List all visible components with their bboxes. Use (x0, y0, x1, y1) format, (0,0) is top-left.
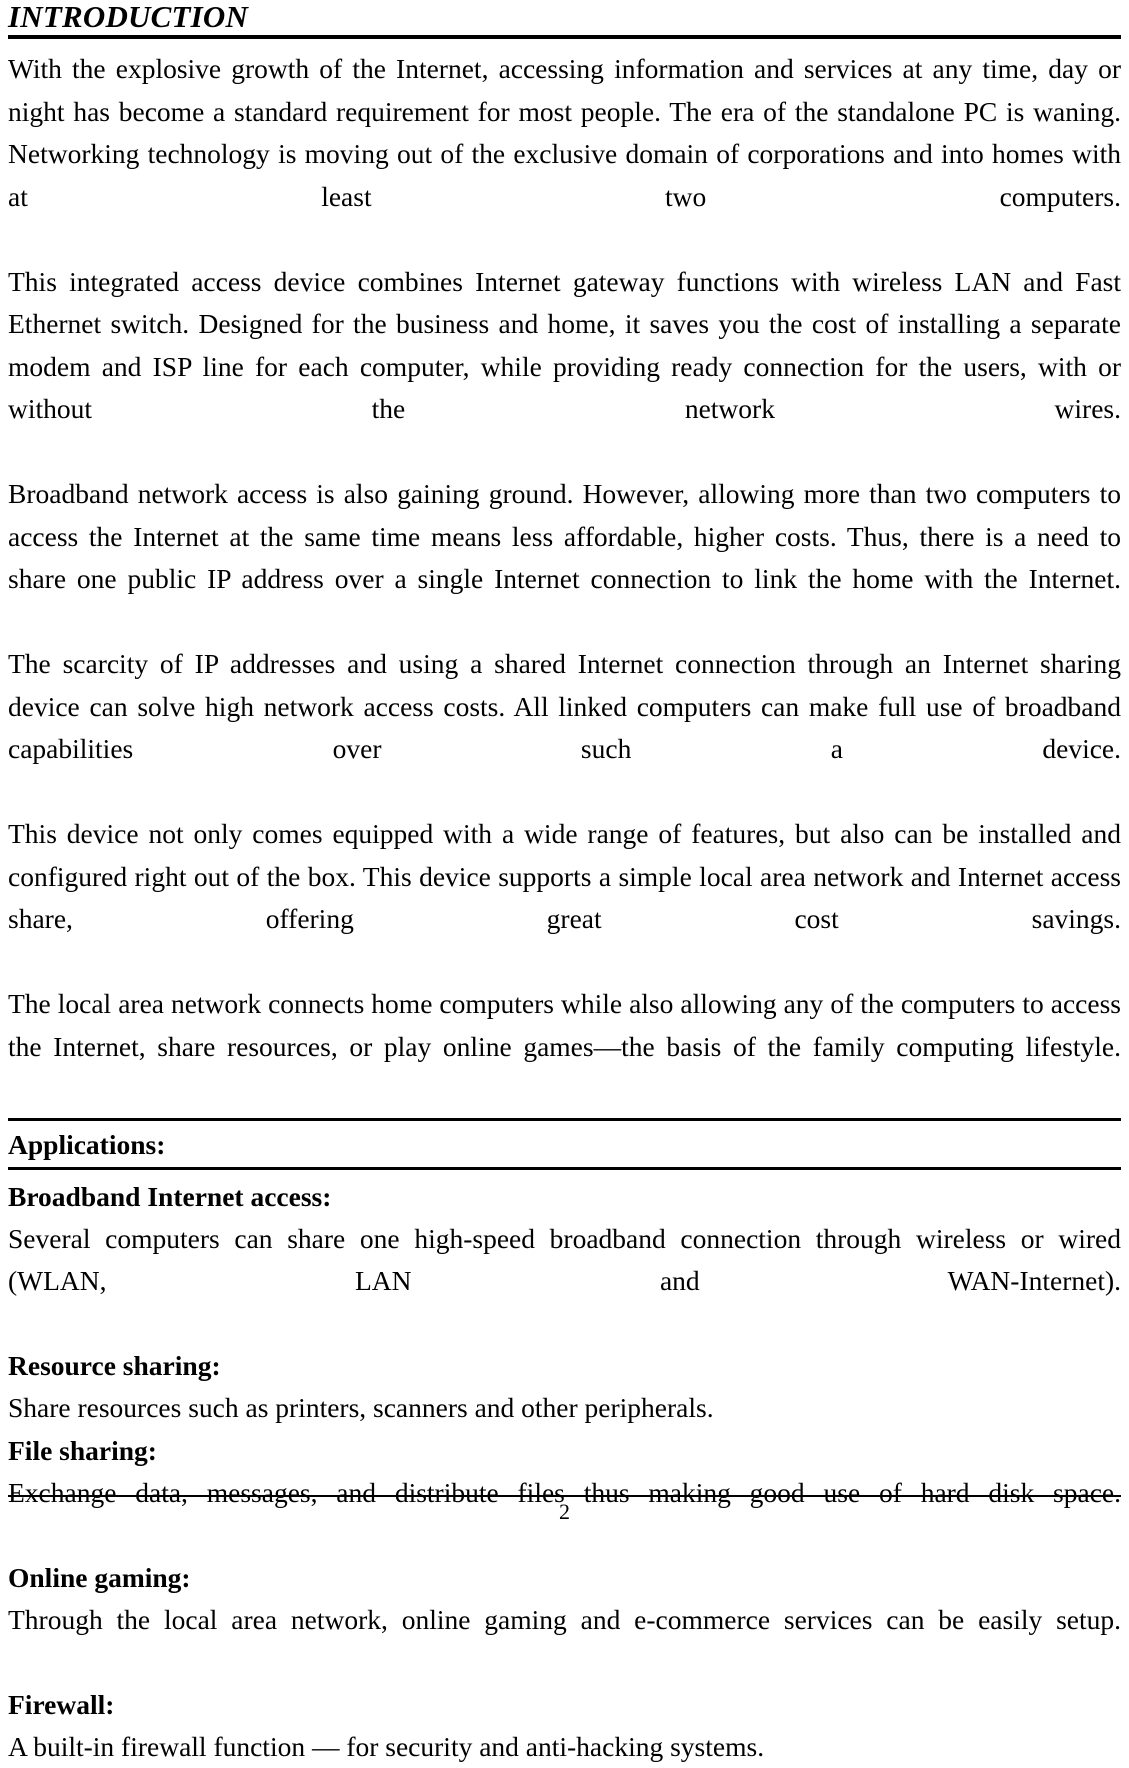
footer-rule (8, 1495, 1121, 1497)
application-item-broadband-internet-access: Broadband Internet access: Several compu… (8, 1176, 1121, 1346)
title-underline-rule (8, 35, 1121, 39)
page-title: INTRODUCTION (8, 0, 1121, 35)
page-footer: 2 (8, 1495, 1121, 1525)
applications-section: Applications: Broadband Internet access:… (8, 1118, 1121, 1768)
application-item-title: Firewall: (8, 1684, 1121, 1726)
application-item-file-sharing: File sharing: Exchange data, messages, a… (8, 1430, 1121, 1557)
document-page: INTRODUCTION With the explosive growth o… (0, 0, 1129, 1525)
page-number: 2 (8, 1499, 1121, 1525)
applications-heading: Applications: (8, 1121, 1121, 1167)
application-item-body: A built-in firewall function — for secur… (8, 1726, 1121, 1768)
application-item-body: Share resources such as printers, scanne… (8, 1387, 1121, 1430)
application-item-title: Resource sharing: (8, 1345, 1121, 1387)
intro-paragraph-6: The local area network connects home com… (8, 983, 1121, 1111)
application-item-title: Broadband Internet access: (8, 1176, 1121, 1218)
applications-list: Broadband Internet access: Several compu… (8, 1170, 1121, 1768)
intro-paragraph-5: This device not only comes equipped with… (8, 813, 1121, 983)
intro-paragraph-3: Broadband network access is also gaining… (8, 473, 1121, 643)
application-item-firewall: Firewall: A built-in firewall function —… (8, 1684, 1121, 1768)
application-item-body: Through the local area network, online g… (8, 1599, 1121, 1684)
intro-paragraph-1: With the explosive growth of the Interne… (8, 48, 1121, 261)
application-item-body: Several computers can share one high-spe… (8, 1218, 1121, 1346)
intro-paragraph-2: This integrated access device combines I… (8, 261, 1121, 474)
application-item-online-gaming: Online gaming: Through the local area ne… (8, 1557, 1121, 1684)
intro-paragraph-4: The scarcity of IP addresses and using a… (8, 643, 1121, 813)
application-item-title: File sharing: (8, 1430, 1121, 1472)
application-item-title: Online gaming: (8, 1557, 1121, 1599)
application-item-resource-sharing: Resource sharing: Share resources such a… (8, 1345, 1121, 1430)
